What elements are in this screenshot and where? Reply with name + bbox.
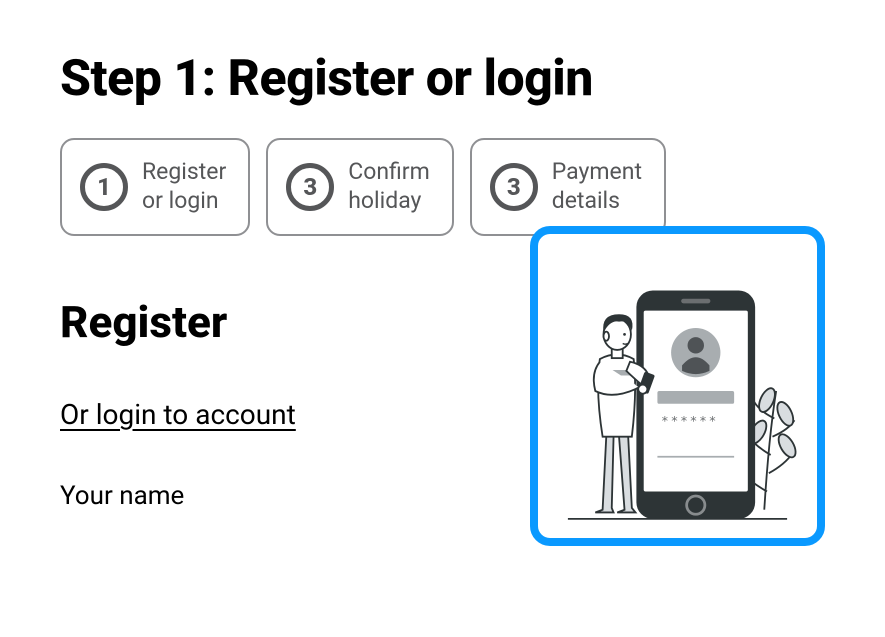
phone-login-icon: ****** <box>548 254 807 528</box>
step-label: Confirm holiday <box>348 158 430 216</box>
step-register-login[interactable]: 1 Register or login <box>60 138 250 236</box>
step-number-badge: 3 <box>490 163 538 211</box>
login-illustration: ****** <box>530 226 825 546</box>
step-payment-details[interactable]: 3 Payment details <box>470 138 666 236</box>
step-label: Register or login <box>142 158 226 216</box>
step-indicator: 1 Register or login 3 Confirm holiday 3 … <box>60 138 825 236</box>
step-number-badge: 3 <box>286 163 334 211</box>
login-link[interactable]: Or login to account <box>60 398 296 431</box>
step-label: Payment details <box>552 158 642 216</box>
register-heading: Register <box>60 296 500 348</box>
svg-text:******: ****** <box>661 413 718 428</box>
page-title: Step 1: Register or login <box>60 50 825 108</box>
name-field-label: Your name <box>60 481 500 511</box>
step-confirm-holiday[interactable]: 3 Confirm holiday <box>266 138 454 236</box>
step-number-badge: 1 <box>80 163 128 211</box>
